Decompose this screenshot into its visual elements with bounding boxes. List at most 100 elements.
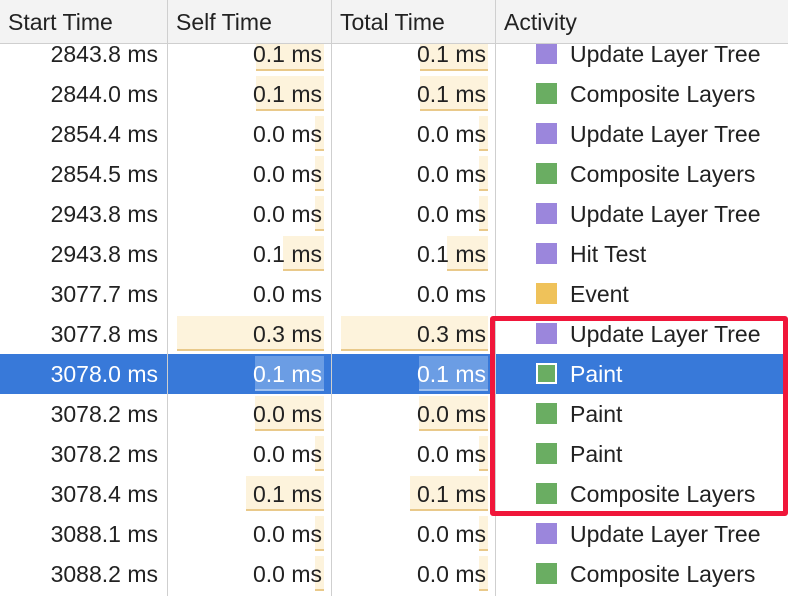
start-time-value: 3078.2 ms <box>50 401 158 427</box>
self-time-value: 0.1 ms <box>252 481 322 507</box>
self-time-cell: 0.3 ms <box>168 314 332 354</box>
category-color-swatch <box>536 363 557 384</box>
start-time-cell: 2943.8 ms <box>0 234 168 274</box>
start-time-cell: 2854.4 ms <box>0 114 168 154</box>
activity-name: Composite Layers <box>570 561 756 587</box>
total-time-value: 0.1 ms <box>416 241 486 267</box>
start-time-cell: 3088.2 ms <box>0 554 168 594</box>
table-row[interactable]: 2943.8 ms 0.0 ms 0.0 ms Update Layer Tree <box>0 194 788 234</box>
total-time-value: 0.0 ms <box>416 281 486 307</box>
self-time-value: 0.0 ms <box>252 401 322 427</box>
self-time-value: 0.1 ms <box>252 41 322 67</box>
activity-cell: Event <box>496 274 788 314</box>
start-time-cell: 2943.8 ms <box>0 194 168 234</box>
total-time-value: 0.1 ms <box>416 41 486 67</box>
start-time-cell: 3078.2 ms <box>0 394 168 434</box>
table-row[interactable]: 3077.7 ms 0.0 ms 0.0 ms Event <box>0 274 788 314</box>
table-row[interactable]: 3088.2 ms 0.0 ms 0.0 ms Composite Layers <box>0 554 788 594</box>
total-time-cell: 0.0 ms <box>332 274 496 314</box>
start-time-value: 3078.0 ms <box>50 361 158 387</box>
activity-cell: Composite Layers <box>496 474 788 514</box>
table-header: Start Time Self Time Total Time Activity <box>0 0 788 44</box>
total-time-cell: 0.0 ms <box>332 114 496 154</box>
start-time-value: 2854.5 ms <box>50 161 158 187</box>
start-time-value: 2943.8 ms <box>50 241 158 267</box>
self-time-value: 0.0 ms <box>252 521 322 547</box>
total-time-value: 0.0 ms <box>416 401 486 427</box>
self-time-cell: 0.0 ms <box>168 554 332 594</box>
self-time-value: 0.3 ms <box>252 321 322 347</box>
category-color-swatch <box>536 83 557 104</box>
category-color-swatch <box>536 483 557 504</box>
column-divider <box>331 0 332 596</box>
activity-name: Update Layer Tree <box>570 321 761 347</box>
category-color-swatch <box>536 323 557 344</box>
category-color-swatch <box>536 243 557 264</box>
self-time-value: 0.0 ms <box>252 121 322 147</box>
start-time-value: 3078.4 ms <box>50 481 158 507</box>
self-time-value: 0.0 ms <box>252 281 322 307</box>
start-time-cell: 3088.1 ms <box>0 514 168 554</box>
start-time-cell: 3077.8 ms <box>0 314 168 354</box>
total-time-value: 0.1 ms <box>416 361 486 387</box>
self-time-value: 0.0 ms <box>252 201 322 227</box>
total-time-value: 0.0 ms <box>416 201 486 227</box>
category-color-swatch <box>536 203 557 224</box>
table-row[interactable]: 2844.0 ms 0.1 ms 0.1 ms Composite Layers <box>0 74 788 114</box>
total-time-cell: 0.0 ms <box>332 514 496 554</box>
column-header-total-time[interactable]: Total Time <box>332 0 496 44</box>
total-time-value: 0.0 ms <box>416 161 486 187</box>
activity-name: Update Layer Tree <box>570 121 761 147</box>
column-header-self-time[interactable]: Self Time <box>168 0 332 44</box>
table-row[interactable]: 2943.8 ms 0.1 ms 0.1 ms Hit Test <box>0 234 788 274</box>
activity-cell: Paint <box>496 394 788 434</box>
activity-cell: Update Layer Tree <box>496 314 788 354</box>
event-log-table: 2843.8 ms 0.1 ms 0.1 ms Update Layer Tree 28… <box>0 0 788 596</box>
self-time-value: 0.0 ms <box>252 441 322 467</box>
activity-cell: Update Layer Tree <box>496 194 788 234</box>
activity-name: Composite Layers <box>570 81 756 107</box>
total-time-cell: 0.3 ms <box>332 314 496 354</box>
category-color-swatch <box>536 403 557 424</box>
self-time-cell: 0.0 ms <box>168 154 332 194</box>
activity-name: Paint <box>570 361 623 387</box>
start-time-value: 3077.7 ms <box>50 281 158 307</box>
event-log-rows: 2843.8 ms 0.1 ms 0.1 ms Update Layer Tree 28… <box>0 34 788 594</box>
table-row[interactable]: 3088.1 ms 0.0 ms 0.0 ms Update Layer Tree <box>0 514 788 554</box>
column-header-start-time[interactable]: Start Time <box>0 0 168 44</box>
activity-name: Hit Test <box>570 241 647 267</box>
self-time-value: 0.1 ms <box>252 81 322 107</box>
activity-cell: Paint <box>496 434 788 474</box>
start-time-cell: 3077.7 ms <box>0 274 168 314</box>
self-time-cell: 0.0 ms <box>168 514 332 554</box>
category-color-swatch <box>536 283 557 304</box>
activity-name: Update Layer Tree <box>570 201 761 227</box>
category-color-swatch <box>536 43 557 64</box>
activity-cell: Composite Layers <box>496 154 788 194</box>
table-row[interactable]: 3078.4 ms 0.1 ms 0.1 ms Composite Layers <box>0 474 788 514</box>
table-row[interactable]: 3077.8 ms 0.3 ms 0.3 ms Update Layer Tree <box>0 314 788 354</box>
column-divider <box>495 0 496 596</box>
start-time-cell: 2854.5 ms <box>0 154 168 194</box>
self-time-cell: 0.1 ms <box>168 234 332 274</box>
table-row[interactable]: 3078.2 ms 0.0 ms 0.0 ms Paint <box>0 394 788 434</box>
self-time-cell: 0.1 ms <box>168 354 332 394</box>
table-row[interactable]: 3078.0 ms 0.1 ms 0.1 ms Paint <box>0 354 788 394</box>
self-time-cell: 0.0 ms <box>168 394 332 434</box>
table-row[interactable]: 2854.5 ms 0.0 ms 0.0 ms Composite Layers <box>0 154 788 194</box>
table-row[interactable]: 2854.4 ms 0.0 ms 0.0 ms Update Layer Tree <box>0 114 788 154</box>
activity-cell: Composite Layers <box>496 74 788 114</box>
activity-cell: Update Layer Tree <box>496 514 788 554</box>
total-time-cell: 0.1 ms <box>332 474 496 514</box>
total-time-cell: 0.0 ms <box>332 554 496 594</box>
total-time-cell: 0.0 ms <box>332 194 496 234</box>
self-time-value: 0.1 ms <box>252 241 322 267</box>
activity-cell: Update Layer Tree <box>496 114 788 154</box>
activity-name: Paint <box>570 441 623 467</box>
start-time-value: 3088.2 ms <box>50 561 158 587</box>
table-row[interactable]: 3078.2 ms 0.0 ms 0.0 ms Paint <box>0 434 788 474</box>
start-time-value: 3077.8 ms <box>50 321 158 347</box>
column-header-activity[interactable]: Activity <box>496 0 788 44</box>
start-time-value: 2844.0 ms <box>50 81 158 107</box>
category-color-swatch <box>536 123 557 144</box>
